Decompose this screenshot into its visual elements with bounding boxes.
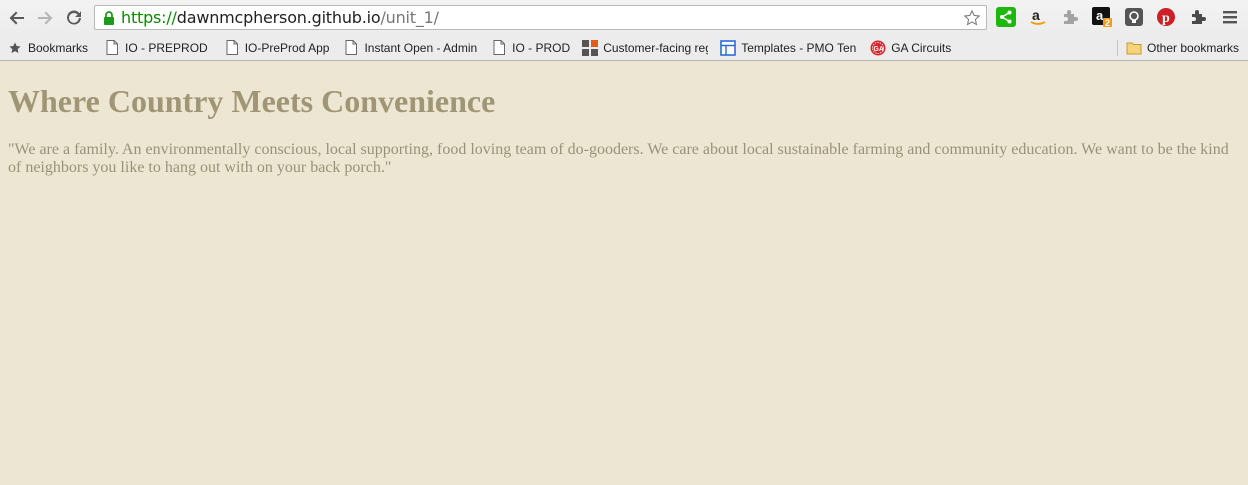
bookmark-label: Customer-facing regi — [603, 40, 709, 55]
amazon-badge: 2 — [1105, 18, 1110, 27]
bookmark-label: Instant Open - Admin — [364, 40, 478, 55]
bookmark-label: Templates - PMO Ten — [741, 40, 857, 55]
share-extension-icon[interactable] — [996, 7, 1016, 27]
lock-icon[interactable] — [101, 9, 117, 27]
bookmark-instant-open-admin[interactable]: Instant Open - Admin — [337, 37, 483, 59]
forward-arrow-icon[interactable] — [34, 7, 56, 29]
page-icon — [491, 40, 507, 56]
page-heading: Where Country Meets Convenience — [8, 83, 496, 119]
bookmark-io-preprod[interactable]: IO - PREPROD — [98, 37, 214, 59]
puzzle-dark-icon[interactable] — [1188, 7, 1208, 27]
bookmark-bookmarks[interactable]: Bookmarks — [0, 37, 94, 59]
page-content: Where Country Meets Convenience "We are … — [0, 61, 1248, 485]
svg-text:GA: GA — [874, 45, 885, 52]
url-host: dawnmcpherson.github.io — [176, 8, 381, 27]
amazon-smile-icon[interactable]: a — [1028, 7, 1048, 27]
ga-icon: GA — [870, 40, 886, 56]
page-icon — [343, 40, 359, 56]
browser-window: https://dawnmcpherson.github.io/unit_1/ … — [0, 0, 1248, 485]
pinterest-icon[interactable]: p — [1156, 7, 1176, 27]
bookmark-label: IO - PREPROD — [125, 40, 208, 55]
bookmark-label: IO - PROD — [512, 40, 571, 55]
bookmark-label: Other bookmarks — [1147, 41, 1240, 55]
page-icon — [104, 40, 120, 56]
svg-text:a: a — [1096, 8, 1104, 23]
svg-text:p: p — [1162, 11, 1170, 26]
bookmark-io-prod[interactable]: IO - PROD — [485, 37, 576, 59]
bookmark-label: GA Circuits — [891, 40, 952, 55]
bookmark-io-preprod-app[interactable]: IO-PreProd App — [218, 37, 336, 59]
folder-icon — [1126, 40, 1142, 56]
back-arrow-icon[interactable] — [6, 7, 28, 29]
page-icon — [224, 40, 240, 56]
bookmark-customer-facing[interactable]: Customer-facing regi — [576, 37, 714, 59]
address-bar[interactable]: https://dawnmcpherson.github.io/unit_1/ — [94, 5, 987, 30]
reload-icon[interactable] — [63, 7, 85, 29]
chrome-menu-icon[interactable] — [1220, 7, 1240, 27]
puzzle-extension-icon[interactable] — [1060, 7, 1080, 27]
lightbulb-extension-icon[interactable] — [1124, 7, 1144, 27]
page-intro-text: "We are a family. An environmentally con… — [8, 141, 1229, 176]
template-icon — [720, 39, 736, 56]
extension-icons: a a2 p — [996, 7, 1248, 27]
url-path: /unit_1/ — [380, 8, 439, 27]
bookmark-label: Bookmarks — [28, 40, 89, 55]
browser-toolbar: https://dawnmcpherson.github.io/unit_1/ … — [0, 0, 1248, 35]
star-icon[interactable] — [962, 8, 982, 28]
amazon-assistant-icon[interactable]: a2 — [1092, 7, 1112, 27]
star-icon — [7, 40, 23, 56]
bookmark-ga-circuits[interactable]: GA GA Circuits — [864, 37, 957, 59]
bookmark-label: IO-PreProd App — [244, 40, 330, 55]
bookmarks-bar: Bookmarks IO - PREPROD IO-PreProd App In… — [0, 35, 1248, 61]
url-scheme: https:// — [121, 8, 177, 27]
bookmark-other-bookmarks[interactable]: Other bookmarks — [1120, 37, 1245, 59]
grid-icon — [582, 39, 599, 56]
bookmarks-separator — [1117, 40, 1118, 56]
bookmark-templates-pmo[interactable]: Templates - PMO Ten — [714, 37, 864, 59]
url-text[interactable]: https://dawnmcpherson.github.io/unit_1/ — [121, 8, 439, 27]
svg-text:a: a — [1032, 7, 1040, 23]
